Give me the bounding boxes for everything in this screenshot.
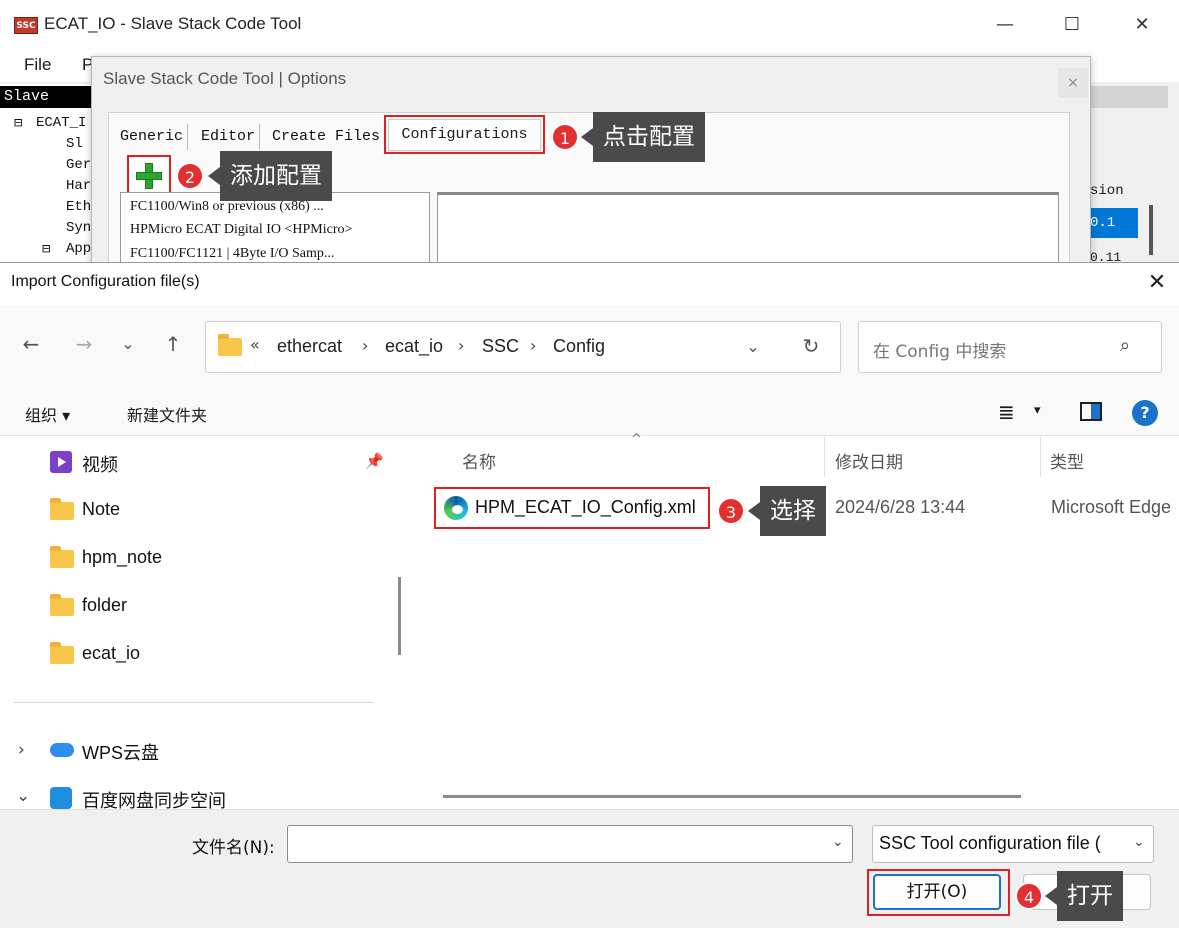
minimize-button[interactable]: — bbox=[982, 6, 1028, 44]
back-arrow-icon[interactable]: ← bbox=[16, 332, 46, 356]
file-name[interactable]: HPM_ECAT_IO_Config.xml bbox=[475, 497, 696, 518]
baidu-netdisk-icon bbox=[50, 787, 72, 809]
annotation-badge-3: 3 bbox=[717, 497, 745, 525]
video-folder-icon bbox=[50, 451, 72, 473]
wps-cloud-icon bbox=[50, 743, 74, 757]
version-cell-selected[interactable]: 0.1 bbox=[1088, 208, 1138, 238]
new-folder-button[interactable]: 新建文件夹 bbox=[127, 402, 207, 426]
sidebar-item-note[interactable]: Note bbox=[82, 499, 120, 520]
import-dialog-title: Import Configuration file(s) bbox=[11, 273, 200, 290]
expand-chevron-icon[interactable]: › bbox=[18, 740, 25, 760]
annotation-badge-2: 2 bbox=[176, 162, 204, 190]
organize-button[interactable]: 组织 ▾ bbox=[25, 402, 70, 426]
preview-pane-icon[interactable] bbox=[1080, 402, 1102, 421]
forward-arrow-icon[interactable]: → bbox=[69, 332, 99, 356]
tab-create-files[interactable]: Create Files bbox=[268, 124, 386, 150]
sort-ascending-icon: ^ bbox=[631, 432, 642, 447]
menu-file[interactable]: File bbox=[24, 55, 51, 75]
sidebar-item-folder[interactable]: folder bbox=[82, 595, 127, 616]
configuration-item[interactable]: FC1100/FC1121 | 4Byte I/O Samp... bbox=[130, 246, 334, 262]
breadcrumb-overflow[interactable]: « bbox=[250, 335, 260, 354]
breadcrumb-ethercat[interactable]: ethercat bbox=[277, 336, 342, 357]
import-close-button[interactable]: ✕ bbox=[1142, 268, 1172, 298]
filename-input[interactable] bbox=[287, 825, 853, 863]
sidebar-item-wps-cloud[interactable]: WPS云盘 bbox=[82, 739, 159, 765]
highlight-configurations-tab bbox=[384, 115, 545, 154]
breadcrumb-config[interactable]: Config bbox=[553, 336, 605, 357]
sidebar-scrollbar[interactable] bbox=[398, 577, 401, 655]
view-list-icon[interactable]: ≣ bbox=[998, 400, 1015, 424]
right-panel-bar bbox=[1088, 86, 1168, 108]
project-tree-header: Slave Proj bbox=[0, 86, 92, 127]
tree-item[interactable]: Har bbox=[66, 178, 91, 194]
file-type: Microsoft Edge bbox=[1051, 497, 1172, 517]
collapse-chevron-icon[interactable]: ⌄ bbox=[16, 786, 30, 806]
annotation-callout-3: 选择 bbox=[748, 486, 826, 536]
refresh-icon[interactable]: ↻ bbox=[796, 334, 826, 358]
tab-generic[interactable]: Generic bbox=[116, 124, 189, 150]
address-dropdown-chevron-icon[interactable]: ⌄ bbox=[738, 337, 768, 356]
filetype-selected-value: SSC Tool configuration file ( bbox=[879, 833, 1101, 853]
search-placeholder: 在 Config 中搜索 bbox=[873, 342, 1007, 362]
column-header-name[interactable]: 名称 bbox=[462, 448, 496, 473]
edge-file-icon bbox=[444, 496, 468, 520]
ssc-logo-icon: SSC bbox=[14, 17, 38, 34]
main-window-title: ECAT_IO - Slave Stack Code Tool bbox=[44, 14, 302, 33]
annotation-callout-1: 点击配置 bbox=[581, 112, 705, 162]
view-dropdown-icon[interactable]: ▾ bbox=[1034, 403, 1041, 418]
sidebar-divider bbox=[14, 702, 374, 703]
main-close-button[interactable]: ✕ bbox=[1119, 6, 1165, 44]
folder-icon bbox=[218, 334, 242, 356]
up-arrow-icon[interactable]: ↑ bbox=[158, 332, 188, 356]
annotation-callout-2: 添加配置 bbox=[208, 151, 332, 201]
annotation-badge-1: 1 bbox=[551, 123, 579, 151]
breadcrumb-separator: › bbox=[530, 336, 537, 355]
version-column-header: sion bbox=[1090, 183, 1124, 199]
column-header-date[interactable]: 修改日期 bbox=[835, 448, 903, 473]
tab-editor[interactable]: Editor bbox=[197, 124, 261, 150]
folder-icon bbox=[50, 498, 74, 520]
maximize-button[interactable]: ☐ bbox=[1049, 6, 1095, 44]
help-icon[interactable]: ? bbox=[1132, 400, 1158, 426]
configuration-item[interactable]: HPMicro ECAT Digital IO <HPMicro> bbox=[130, 222, 352, 238]
tree-item[interactable]: App bbox=[66, 241, 91, 257]
highlight-open-button bbox=[867, 869, 1010, 916]
tree-item[interactable]: Sl bbox=[66, 136, 83, 152]
column-divider[interactable] bbox=[1040, 437, 1041, 477]
configuration-item[interactable]: FC1100/Win8 or previous (x86) ... bbox=[130, 199, 324, 215]
filename-label: 文件名(N): bbox=[192, 838, 275, 858]
filetype-dropdown-chevron-icon[interactable]: ⌄ bbox=[1133, 834, 1145, 850]
sidebar-item-ecat-io[interactable]: ecat_io bbox=[82, 643, 140, 664]
breadcrumb-ssc[interactable]: SSC bbox=[482, 336, 519, 357]
file-modified-date: 2024/6/28 13:44 bbox=[835, 497, 966, 517]
highlight-add-button bbox=[127, 155, 171, 197]
breadcrumb-separator: › bbox=[362, 336, 369, 355]
annotation-badge-4: 4 bbox=[1015, 882, 1043, 910]
folder-icon bbox=[50, 546, 74, 568]
column-divider[interactable] bbox=[824, 437, 825, 477]
sidebar-item-hpm-note[interactable]: hpm_note bbox=[82, 547, 162, 568]
column-header-type[interactable]: 类型 bbox=[1050, 448, 1084, 473]
pin-icon[interactable]: 📌 bbox=[365, 452, 384, 470]
tree-collapse-icon[interactable]: ⊟ bbox=[14, 115, 22, 132]
right-scrollbar[interactable] bbox=[1149, 205, 1153, 255]
file-list-horizontal-scrollbar[interactable] bbox=[443, 795, 1021, 798]
annotation-callout-4: 打开 bbox=[1045, 871, 1123, 921]
options-dialog-title: Slave Stack Code Tool | Options bbox=[103, 69, 347, 88]
tree-root[interactable]: ECAT_I bbox=[36, 115, 86, 131]
tree-item[interactable]: Syn bbox=[66, 220, 91, 236]
breadcrumb-separator: › bbox=[458, 336, 465, 355]
tree-expand-icon[interactable]: ⊟ bbox=[42, 241, 50, 258]
tree-item[interactable]: Eth bbox=[66, 199, 91, 215]
options-close-button[interactable]: × bbox=[1058, 68, 1088, 98]
search-icon[interactable]: ⌕ bbox=[1120, 335, 1130, 356]
breadcrumb-ecat-io[interactable]: ecat_io bbox=[385, 336, 443, 357]
configuration-detail-panel bbox=[437, 192, 1059, 266]
tree-item[interactable]: Ger bbox=[66, 157, 91, 173]
filename-dropdown-chevron-icon[interactable]: ⌄ bbox=[832, 834, 844, 850]
folder-icon bbox=[50, 642, 74, 664]
recent-locations-chevron-icon[interactable]: ⌄ bbox=[113, 334, 143, 353]
folder-icon bbox=[50, 594, 74, 616]
sidebar-item-videos[interactable]: 视频 bbox=[82, 451, 118, 477]
